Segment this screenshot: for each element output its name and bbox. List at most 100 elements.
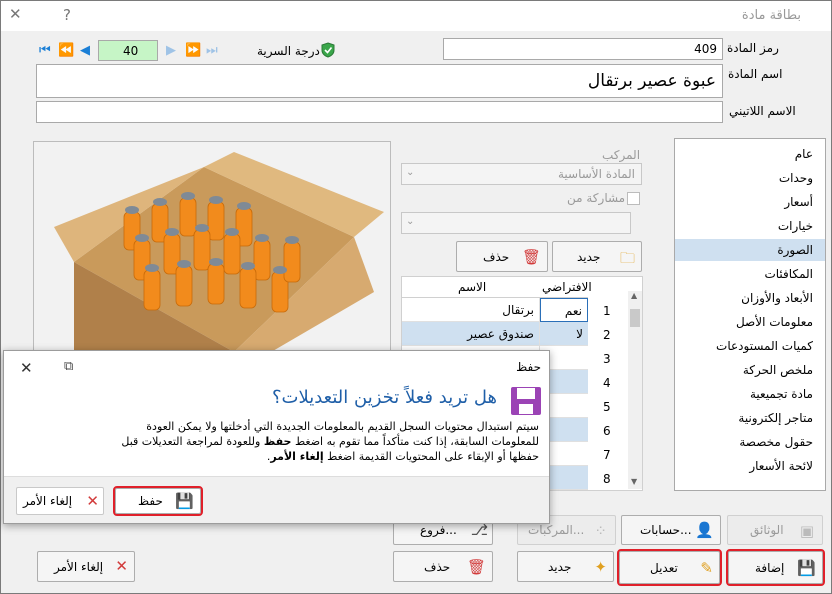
grid-scrollbar[interactable]: ▲ ▼: [628, 291, 642, 489]
share-checkbox[interactable]: [627, 192, 640, 205]
prev-page-button[interactable]: ⏪: [58, 43, 74, 58]
close-icon: ✕: [115, 557, 128, 575]
default-cell[interactable]: لا: [540, 322, 588, 346]
sidebar-item-label: وحدات: [778, 171, 813, 185]
sidebar-item[interactable]: مادة تجميعية: [675, 383, 825, 405]
delete-button[interactable]: 🗑 حذف: [393, 551, 493, 582]
trash-icon: 🗑: [521, 248, 541, 266]
composite-delete-button[interactable]: 🗑 حذف: [456, 241, 548, 272]
dialog-save-button[interactable]: 💾 حفظ: [113, 486, 203, 516]
sidebar-item[interactable]: معلومات الأصل: [675, 311, 825, 333]
table-row[interactable]: 2 لا صندوق عصير: [402, 322, 628, 346]
name-value: عبوة عصير برتقال: [587, 71, 716, 91]
share-label: مشاركة من: [567, 191, 626, 205]
name-value: صندوق عصير: [467, 327, 534, 341]
dialog-body-line1: سيتم استبدال محتويات السجل القديم بالمعل…: [146, 420, 539, 433]
default-value: لا: [576, 327, 583, 341]
row-number: 2: [603, 328, 611, 342]
composite-new-button[interactable]: 🗀 جديد: [552, 241, 642, 272]
share-select[interactable]: ⌄: [401, 212, 631, 234]
close-icon[interactable]: ✕: [20, 359, 33, 377]
name-value: برتقال: [502, 303, 534, 317]
sidebar-item-label: متاجر إلكترونية: [738, 411, 813, 425]
save-disk-icon: [511, 387, 541, 415]
scroll-thumb[interactable]: [630, 309, 640, 327]
add-label: إضافة: [755, 561, 785, 575]
sidebar-item[interactable]: الصورة: [675, 239, 825, 261]
item-card-window: ✕ ? بطاقة مادة رمز المادة 409 اسم المادة…: [0, 0, 832, 594]
row-number: 5: [603, 400, 611, 414]
new-label: جديد: [548, 560, 572, 574]
accounts-label: حسابات...: [640, 523, 692, 537]
sidebar-item[interactable]: كميات المستودعات: [675, 335, 825, 357]
composite-label: المركب: [602, 148, 641, 162]
sidebar-item[interactable]: عام: [675, 143, 825, 165]
cancel-button[interactable]: ✕ إلغاء الأمر: [37, 551, 135, 582]
composite-select[interactable]: المادة الأساسية ⌄: [401, 163, 642, 185]
name-cell[interactable]: صندوق عصير: [402, 322, 540, 346]
secrecy-label: درجة السرية: [257, 44, 320, 58]
sidebar-item-label: لائحة الأسعار: [749, 459, 813, 473]
chevron-down-icon: ⌄: [406, 167, 415, 178]
accounts-button[interactable]: 👤 حسابات...: [621, 515, 721, 545]
close-icon[interactable]: ✕: [9, 5, 22, 23]
sidebar-item-label: معلومات الأصل: [735, 315, 813, 329]
sidebar-item[interactable]: الأبعاد والأوزان: [675, 287, 825, 309]
first-record-button[interactable]: ⏮: [39, 43, 51, 58]
close-icon: ✕: [86, 492, 99, 510]
edit-button[interactable]: ✎ تعديل: [617, 549, 722, 586]
row-number: 6: [603, 424, 611, 438]
scroll-up-icon[interactable]: ▲: [631, 291, 637, 300]
prev-record-button[interactable]: ◀: [80, 43, 90, 58]
sidebar-item-label: أسعار: [784, 195, 813, 209]
documents-button[interactable]: ▣ الوثائق: [727, 515, 823, 545]
dialog-body-line2: للمعلومات السابقة، إذا كنت متأكداً مما ت…: [121, 435, 539, 448]
sidebar-item-label: ملخص الحركة: [742, 363, 813, 377]
code-value: 409: [694, 42, 717, 56]
row-number: 7: [603, 448, 611, 462]
add-button[interactable]: 💾 إضافة: [726, 549, 825, 586]
latin-field[interactable]: [36, 101, 723, 123]
sidebar-item[interactable]: لائحة الأسعار: [675, 455, 825, 477]
sidebar-item[interactable]: ملخص الحركة: [675, 359, 825, 381]
add-save-icon: 💾: [797, 559, 816, 577]
window-title: بطاقة مادة: [741, 8, 801, 23]
name-cell[interactable]: برتقال: [402, 298, 540, 322]
row-number: 8: [603, 472, 611, 486]
dialog-footer: 💾 حفظ ✕ إلغاء الأمر: [4, 476, 549, 523]
code-field[interactable]: 409: [443, 38, 723, 60]
sidebar-item[interactable]: متاجر إلكترونية: [675, 407, 825, 429]
default-value: نعم: [564, 304, 582, 318]
sidebar-item[interactable]: المكافئات: [675, 263, 825, 285]
shield-icon[interactable]: [321, 42, 335, 58]
name-field[interactable]: عبوة عصير برتقال: [36, 64, 723, 98]
new-button[interactable]: ✦ جديد: [517, 551, 614, 582]
last-record-button[interactable]: ⏭: [206, 43, 218, 58]
row-number: 4: [603, 376, 611, 390]
record-number-field[interactable]: 40: [98, 40, 158, 61]
sidebar-item[interactable]: حقول مخصصة: [675, 431, 825, 453]
row-number: 3: [603, 352, 611, 366]
name-label: اسم المادة: [728, 67, 783, 81]
default-cell[interactable]: نعم: [540, 298, 588, 322]
sidebar-item-label: الأبعاد والأوزان: [741, 291, 813, 305]
sidebar: عام وحدات أسعار خيارات الصورة المكافئات الأبعا…: [674, 138, 826, 491]
table-row[interactable]: 1 نعم برتقال: [402, 298, 628, 322]
scroll-down-icon[interactable]: ▼: [631, 477, 637, 486]
edit-icon: ✎: [700, 559, 713, 577]
help-icon[interactable]: ?: [63, 6, 71, 24]
sidebar-item-label: المكافئات: [764, 267, 813, 281]
next-page-button[interactable]: ⏩: [185, 43, 201, 58]
sidebar-item[interactable]: وحدات: [675, 167, 825, 189]
dialog-cancel-button[interactable]: ✕ إلغاء الأمر: [16, 487, 104, 515]
column-header-default: الافتراضي: [542, 280, 592, 294]
cancel-label: إلغاء الأمر: [54, 560, 104, 574]
copy-icon[interactable]: ⧉: [64, 359, 73, 374]
next-record-button[interactable]: ▶: [166, 43, 176, 58]
user-icon: 👤: [695, 521, 714, 539]
dialog-save-label: حفظ: [138, 494, 163, 508]
sidebar-item[interactable]: أسعار: [675, 191, 825, 213]
sidebar-item[interactable]: خيارات: [675, 215, 825, 237]
folder-icon: 🗀: [619, 249, 635, 267]
sidebar-item-label: حقول مخصصة: [739, 435, 813, 449]
